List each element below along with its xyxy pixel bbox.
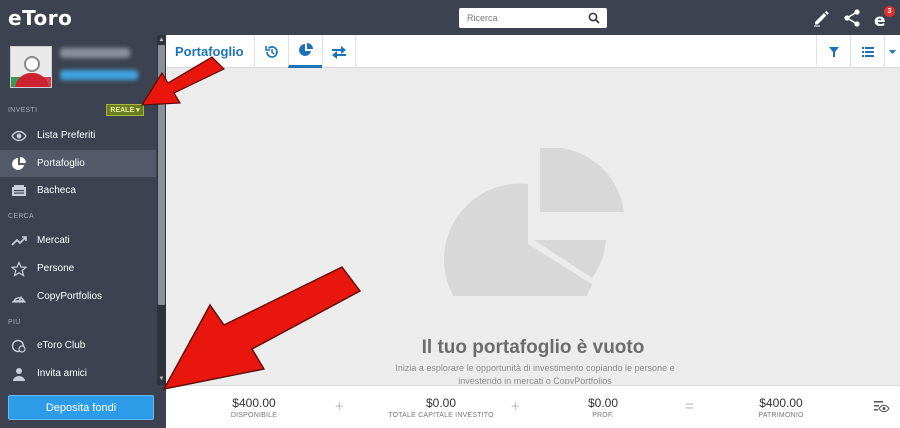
sidebar-item-label: Lista Preferiti bbox=[37, 130, 96, 141]
invite-icon bbox=[11, 366, 27, 382]
pencil-icon[interactable] bbox=[811, 8, 831, 28]
history-icon bbox=[264, 45, 278, 58]
search-icon[interactable] bbox=[588, 12, 600, 24]
stat-value: $400.00 bbox=[759, 396, 803, 410]
list-view-button[interactable] bbox=[850, 35, 884, 68]
plus-operator: + bbox=[511, 398, 520, 415]
section-label-piu: PIÙ bbox=[8, 319, 21, 326]
sidebar-item-markets[interactable]: Mercati bbox=[0, 227, 156, 254]
empty-portfolio-description: Inizia a esplorare le opportunità di inv… bbox=[395, 363, 675, 384]
list-icon bbox=[861, 46, 874, 57]
pie-chart-icon bbox=[11, 156, 27, 172]
share-icon[interactable] bbox=[842, 8, 862, 28]
equals-operator: = bbox=[685, 398, 694, 415]
trend-icon bbox=[11, 233, 27, 249]
sidebar-item-copyportfolios[interactable]: CopyPortfolios bbox=[0, 283, 156, 310]
tab-portfolio-pie[interactable] bbox=[288, 35, 322, 68]
caret-down-icon bbox=[888, 49, 897, 54]
stat-label: TOTALE CAPITALE INVESTITO bbox=[388, 412, 494, 419]
search-input[interactable]: Ricerca bbox=[459, 8, 607, 28]
stat-value: $0.00 bbox=[425, 396, 457, 410]
sidebar-item-label: Mercati bbox=[37, 235, 70, 246]
view-options-dropdown[interactable] bbox=[884, 35, 900, 68]
username-blurred bbox=[60, 48, 130, 58]
stat-label: PATRIMONIO bbox=[758, 412, 804, 419]
sidebar-scrollbar[interactable]: ▲ ▼ bbox=[157, 35, 166, 385]
club-icon bbox=[11, 338, 27, 354]
sidebar: eToro INVESTI REALE ▾ Lista Preferiti Po… bbox=[0, 0, 166, 428]
scroll-thumb[interactable] bbox=[158, 45, 165, 305]
stat-value: $400.00 bbox=[232, 396, 276, 410]
swap-arrows-icon bbox=[332, 45, 346, 59]
newsfeed-icon bbox=[11, 183, 27, 199]
stat-label: DISPONIBILE bbox=[230, 412, 278, 419]
account-mode-toggle[interactable]: REALE ▾ bbox=[106, 104, 144, 116]
annotation-arrow-bottom bbox=[162, 266, 362, 390]
pie-chart-icon bbox=[298, 43, 313, 56]
filter-icon bbox=[828, 46, 839, 57]
stat-total-invested: $0.00 TOTALE CAPITALE INVESTITO bbox=[366, 396, 516, 419]
etoro-logo[interactable]: eToro bbox=[8, 6, 72, 30]
sidebar-item-label: Persone bbox=[37, 263, 75, 274]
eye-icon bbox=[11, 128, 27, 144]
page-title: Portafoglio bbox=[175, 44, 244, 59]
sidebar-item-portfolio[interactable]: Portafoglio bbox=[0, 150, 156, 177]
tab-transactions[interactable] bbox=[322, 35, 356, 68]
tab-history[interactable] bbox=[254, 35, 288, 68]
user-profile[interactable] bbox=[10, 46, 138, 88]
stat-value: $0.00 bbox=[587, 396, 619, 410]
scroll-down-icon[interactable]: ▼ bbox=[158, 375, 165, 383]
logo-bar: eToro bbox=[0, 0, 166, 35]
sidebar-item-label: Bacheca bbox=[37, 185, 76, 196]
section-label-cerca: CERCA bbox=[8, 213, 35, 220]
sidebar-item-watchlist[interactable]: Lista Preferiti bbox=[0, 122, 156, 149]
avatar[interactable] bbox=[10, 46, 52, 88]
sidebar-item-etoro-club[interactable]: eToro Club bbox=[0, 332, 156, 359]
portfolio-header: Portafoglio bbox=[166, 35, 900, 68]
sidebar-item-label: eToro Club bbox=[37, 340, 86, 351]
stat-equity: $400.00 PATRIMONIO bbox=[726, 396, 836, 419]
top-bar: Ricerca e 3 bbox=[166, 0, 900, 35]
scroll-up-icon[interactable]: ▲ bbox=[158, 36, 165, 44]
profile-link-blurred[interactable] bbox=[60, 70, 138, 80]
copyportfolio-icon bbox=[11, 289, 27, 305]
notification-count-badge: 3 bbox=[884, 6, 895, 17]
stat-profit: $0.00 PROF. bbox=[558, 396, 648, 419]
stat-label: PROF. bbox=[592, 412, 614, 419]
search-placeholder: Ricerca bbox=[467, 13, 498, 23]
toggle-visibility-icon[interactable] bbox=[874, 400, 890, 414]
section-label-investi: INVESTI bbox=[8, 107, 38, 114]
plus-operator: + bbox=[335, 398, 344, 415]
sidebar-item-label: Portafoglio bbox=[37, 158, 85, 169]
sidebar-item-invite-friends[interactable]: Invita amici bbox=[0, 360, 156, 387]
sidebar-item-newsfeed[interactable]: Bacheca bbox=[0, 177, 156, 204]
sidebar-item-label: Invita amici bbox=[37, 368, 88, 379]
portfolio-summary-footer: $400.00 DISPONIBILE + $0.00 TOTALE CAPIT… bbox=[166, 385, 900, 428]
empty-portfolio-pie-icon bbox=[444, 148, 624, 296]
sidebar-item-people[interactable]: Persone bbox=[0, 255, 156, 282]
filter-button[interactable] bbox=[816, 35, 850, 68]
sidebar-item-label: CopyPortfolios bbox=[37, 291, 103, 302]
deposit-funds-button[interactable]: Deposita fondi bbox=[8, 395, 154, 420]
empty-portfolio-title: Il tuo portafoglio è vuoto bbox=[421, 337, 645, 358]
stat-available: $400.00 DISPONIBILE bbox=[206, 396, 302, 419]
star-icon bbox=[11, 260, 27, 277]
